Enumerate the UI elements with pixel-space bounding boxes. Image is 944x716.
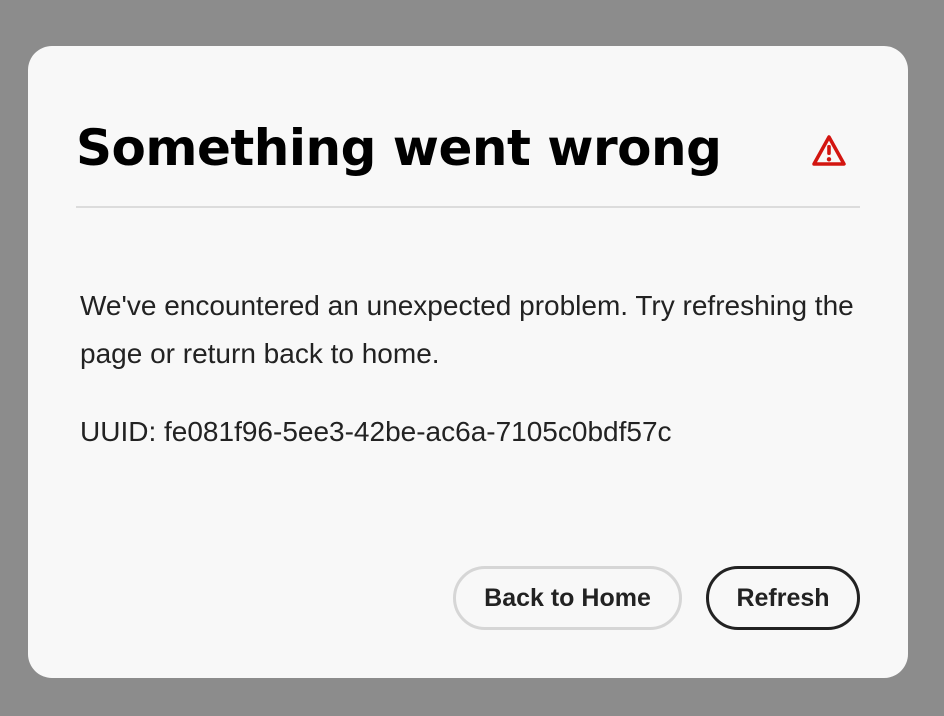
alert-icon	[812, 135, 846, 166]
back-to-home-button[interactable]: Back to Home	[453, 566, 682, 630]
dialog-title: Something went wrong	[76, 119, 722, 177]
refresh-button[interactable]: Refresh	[706, 566, 860, 630]
error-dialog: Something went wrong We've encountered a…	[28, 46, 908, 678]
error-message: We've encountered an unexpected problem.…	[80, 290, 854, 369]
error-uuid: UUID: fe081f96-5ee3-42be-ac6a-7105c0bdf5…	[80, 416, 672, 447]
header-divider	[76, 206, 860, 208]
